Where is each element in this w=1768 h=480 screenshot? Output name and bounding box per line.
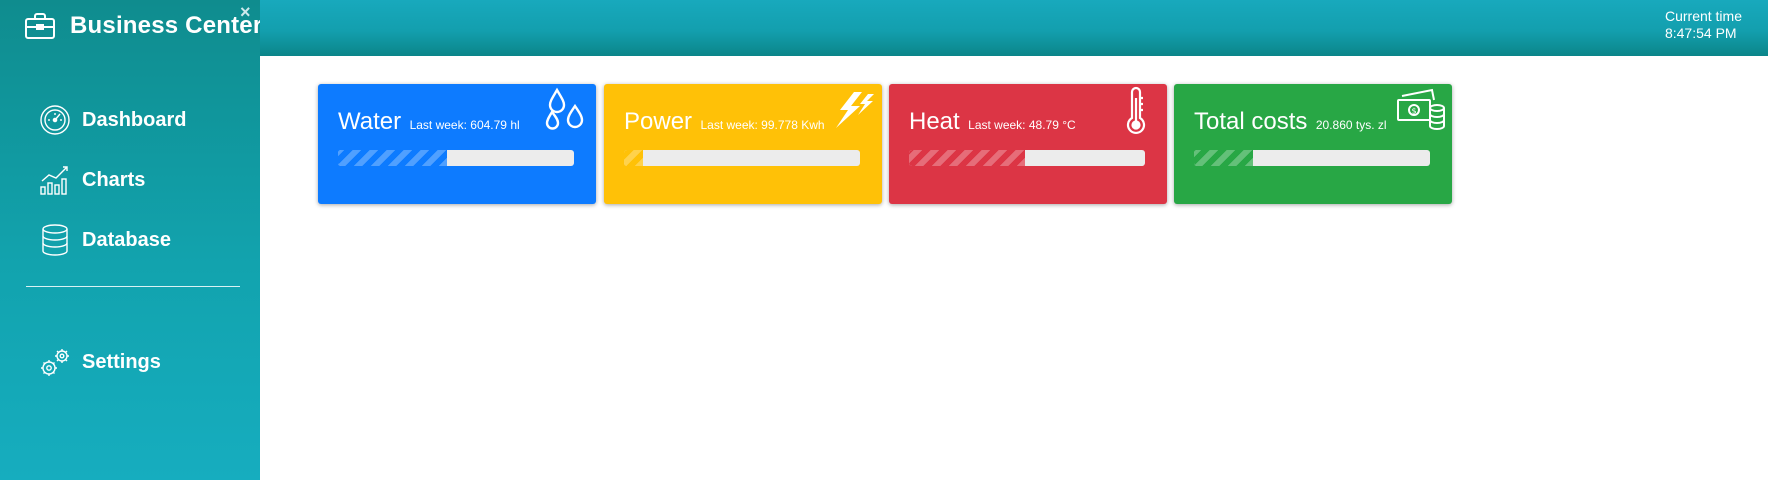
- card-title: Power: [624, 108, 693, 135]
- svg-text:$: $: [1412, 107, 1417, 116]
- thermometer-icon: [1111, 86, 1161, 136]
- progress-bar: [338, 150, 574, 166]
- brand: Business Center ×: [0, 0, 263, 52]
- sidebar-divider: [26, 286, 240, 287]
- water-card[interactable]: Water Last week: 604.79 hl: [318, 84, 596, 204]
- card-title: Total costs: [1194, 108, 1308, 135]
- sidebar-item-label: Dashboard: [82, 108, 187, 131]
- close-icon[interactable]: ×: [240, 2, 251, 23]
- clock-value: 8:47:54 PM: [1664, 25, 1737, 41]
- briefcase-icon: [24, 12, 56, 40]
- sidebar-item-charts[interactable]: Charts: [38, 160, 145, 200]
- progress-bar: [909, 150, 1145, 166]
- clock-label: Current time: [1664, 8, 1742, 24]
- sidebar-item-label: Settings: [82, 350, 161, 373]
- top-bar: Current time 8:47:54 PM: [260, 0, 1768, 56]
- power-card[interactable]: Power Last week: 99.778 Kwh: [604, 84, 882, 204]
- heat-card[interactable]: Heat Last week: 48.79 °C: [889, 84, 1167, 204]
- card-title: Water: [338, 108, 402, 135]
- progress-fill: [909, 150, 1025, 166]
- progress-fill: [624, 150, 643, 166]
- sidebar-item-settings[interactable]: Settings: [38, 342, 161, 382]
- card-subtitle: 20.860 tys. zl: [1315, 118, 1387, 132]
- total-costs-card[interactable]: Total costs 20.860 tys. zl $: [1174, 84, 1452, 204]
- sidebar-item-database[interactable]: Database: [38, 220, 171, 260]
- progress-bar: [624, 150, 860, 166]
- sidebar-item-dashboard[interactable]: Dashboard: [38, 100, 186, 140]
- dashboard-gauge-icon: [38, 103, 72, 137]
- clock: Current time 8:47:54 PM: [1665, 8, 1742, 42]
- progress-bar: [1194, 150, 1430, 166]
- card-title: Heat: [909, 108, 960, 135]
- card-subtitle: Last week: 48.79 °C: [968, 118, 1076, 132]
- water-drops-icon: [540, 86, 590, 136]
- lightning-icon: [826, 86, 876, 136]
- app-title: Business Center: [70, 12, 263, 39]
- card-subtitle: Last week: 604.79 hl: [409, 118, 520, 132]
- gears-icon: [38, 345, 72, 379]
- sidebar-item-label: Charts: [82, 168, 146, 191]
- database-icon: [38, 223, 72, 257]
- sidebar: Business Center × Dashboard Charts Datab…: [0, 0, 263, 480]
- bar-chart-icon: [38, 163, 72, 197]
- sidebar-item-label: Database: [82, 228, 171, 251]
- progress-fill: [1194, 150, 1253, 166]
- card-subtitle: Last week: 99.778 Kwh: [700, 118, 825, 132]
- money-coins-icon: $: [1396, 86, 1446, 136]
- progress-fill: [338, 150, 447, 166]
